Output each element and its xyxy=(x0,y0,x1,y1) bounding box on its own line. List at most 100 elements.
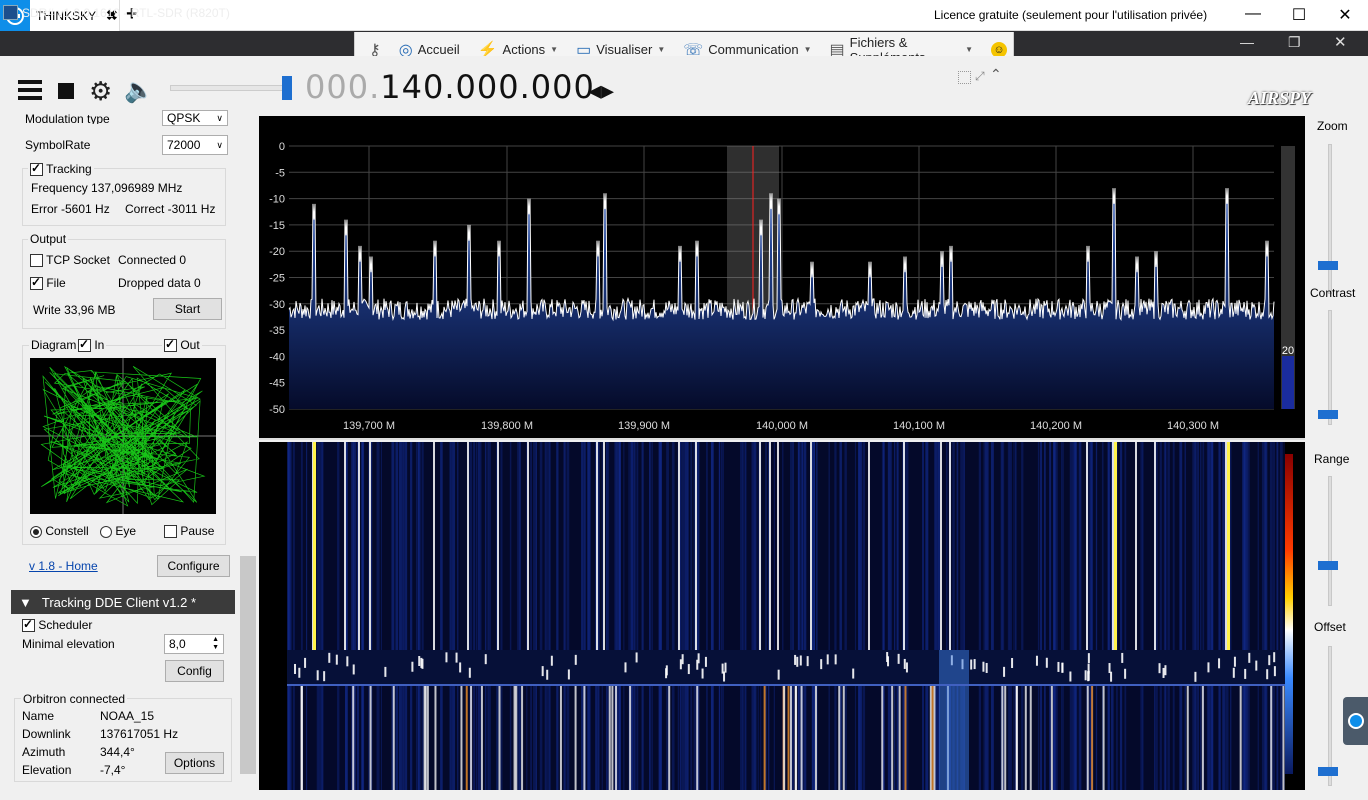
offset-slider[interactable] xyxy=(1328,646,1332,786)
range-slider[interactable] xyxy=(1328,476,1332,606)
waterfall-noise xyxy=(535,442,538,790)
maximize-button[interactable]: ☐ xyxy=(1284,5,1314,25)
offset-slider-thumb[interactable] xyxy=(1318,767,1338,776)
waterfall-signal xyxy=(787,686,790,790)
collapse-menu-icon[interactable]: ⌃ xyxy=(990,66,1002,83)
waterfall-noise xyxy=(983,442,987,790)
waterfall-burst xyxy=(1233,656,1236,667)
tracking-checkbox[interactable]: Tracking xyxy=(28,161,94,177)
minimal-elevation-label: Minimal elevation xyxy=(22,637,115,651)
waterfall-signal xyxy=(470,686,473,790)
speaker-icon[interactable]: 🔈 xyxy=(124,76,154,105)
waterfall-noise xyxy=(741,442,744,790)
tuning-arrows-icon[interactable]: ◂▸ xyxy=(588,75,614,106)
spectrum-plot[interactable]: 0 -5 -10 -15 -20 -25 -30 -35 -40 -45 -50 139,700 M 1… xyxy=(259,116,1305,440)
waterfall-noise xyxy=(563,442,566,790)
waterfall-signal xyxy=(759,442,761,650)
waterfall-burst xyxy=(323,671,326,682)
pause-checkbox[interactable]: Pause xyxy=(164,524,214,539)
file-checkbox[interactable]: File xyxy=(30,275,66,291)
zoom-slider-thumb[interactable] xyxy=(1318,261,1338,270)
waterfall-noise xyxy=(1095,442,1098,790)
chevron-down-icon: ∨ xyxy=(216,112,223,123)
expand-icon[interactable]: ⤢ xyxy=(975,69,985,84)
volume-slider[interactable] xyxy=(170,85,290,91)
minimize-button[interactable]: — xyxy=(1238,5,1268,23)
spectrum-analyzer[interactable]: 0 -5 -10 -15 -20 -25 -30 -35 -40 -45 -50 139,700 M 1… xyxy=(259,116,1305,440)
waterfall-display[interactable] xyxy=(259,442,1305,790)
app-minimize-button[interactable]: — xyxy=(1240,34,1254,50)
stop-icon[interactable] xyxy=(58,83,74,99)
app-restore-button[interactable]: ❐ xyxy=(1288,34,1301,51)
eye-radio[interactable]: Eye xyxy=(100,524,136,538)
close-button[interactable]: ✕ xyxy=(1330,5,1360,25)
downlink-label: Downlink xyxy=(22,727,71,741)
waterfall-signal xyxy=(777,442,779,650)
range-slider-thumb[interactable] xyxy=(1318,561,1338,570)
waterfall-satellite-signal xyxy=(939,650,969,790)
configure-button[interactable]: Configure xyxy=(157,555,230,577)
grid-icon[interactable] xyxy=(958,71,971,84)
waterfall-burst xyxy=(1003,666,1006,677)
y-tick-label: -5 xyxy=(275,167,285,179)
scheduler-checkbox[interactable]: Scheduler xyxy=(22,617,92,633)
diagram-in-checkbox[interactable]: In xyxy=(76,337,107,353)
tcp-socket-checkbox[interactable]: TCP Socket xyxy=(30,253,110,268)
waterfall-burst xyxy=(1061,662,1064,673)
minimal-elevation-spinner[interactable]: 8,0 ▲ ▼ xyxy=(164,634,224,654)
frequency-display[interactable]: 000.140.000.000 xyxy=(305,68,595,106)
waterfall-noise xyxy=(684,442,688,790)
tracking-group xyxy=(22,168,226,226)
gear-icon[interactable]: ⚙ xyxy=(89,76,112,107)
contrast-slider[interactable] xyxy=(1328,310,1332,425)
waterfall-noise xyxy=(671,442,675,790)
waterfall-noise xyxy=(321,442,324,790)
waterfall-burst xyxy=(897,653,900,664)
hamburger-menu-icon[interactable] xyxy=(18,80,42,100)
start-button[interactable]: Start xyxy=(153,298,222,320)
tracking-dde-section-header[interactable]: ▼ Tracking DDE Client v1.2 * xyxy=(11,590,235,614)
modulation-type-select[interactable]: QPSK ∨ xyxy=(162,110,228,126)
waterfall-signal xyxy=(1135,442,1137,650)
symbolrate-select[interactable]: 72000 ∨ xyxy=(162,135,228,155)
waterfall-noise xyxy=(398,442,402,790)
waterfall-burst xyxy=(723,671,726,682)
output-label: Output xyxy=(28,232,69,246)
waterfall-signal xyxy=(1239,686,1242,790)
waterfall-signal xyxy=(695,442,697,650)
waterfall-noise xyxy=(718,442,721,790)
app-close-button[interactable]: ✕ xyxy=(1334,33,1347,51)
waterfall-signal xyxy=(344,442,346,650)
volume-slider-thumb[interactable] xyxy=(282,76,292,100)
zoom-slider[interactable] xyxy=(1328,144,1332,294)
waterfall-burst xyxy=(384,666,387,677)
waterfall-burst xyxy=(1124,668,1127,679)
teamviewer-side-tab[interactable] xyxy=(1343,697,1368,745)
waterfall-plot[interactable] xyxy=(259,442,1305,790)
waterfall-burst xyxy=(411,661,414,672)
diagram-out-checkbox[interactable]: Out xyxy=(162,337,202,353)
waterfall-signal xyxy=(933,686,936,790)
spinner-arrows-icon[interactable]: ▲ ▼ xyxy=(212,636,219,652)
waterfall-burst xyxy=(352,664,355,675)
constell-radio[interactable]: Constell xyxy=(30,524,89,538)
contrast-slider-thumb[interactable] xyxy=(1318,410,1338,419)
y-tick-label: -15 xyxy=(269,220,285,232)
options-button[interactable]: Options xyxy=(165,752,224,774)
waterfall-signal xyxy=(392,686,395,790)
waterfall-burst xyxy=(316,670,319,681)
waterfall-burst xyxy=(1273,666,1276,677)
waterfall-noise xyxy=(1069,442,1073,790)
waterfall-noise xyxy=(649,442,652,790)
waterfall-burst xyxy=(298,667,301,678)
waterfall-burst xyxy=(1045,657,1048,668)
waterfall-signal xyxy=(460,686,463,790)
waterfall-signal xyxy=(603,442,605,650)
waterfall-signal xyxy=(949,442,951,650)
y-tick-label: -50 xyxy=(269,404,285,416)
home-link[interactable]: v 1.8 - Home xyxy=(29,559,98,573)
panel-scrollbar[interactable] xyxy=(240,556,256,774)
waterfall-signal xyxy=(783,686,786,790)
waterfall-signal xyxy=(838,686,841,790)
config-button[interactable]: Config xyxy=(165,660,224,682)
